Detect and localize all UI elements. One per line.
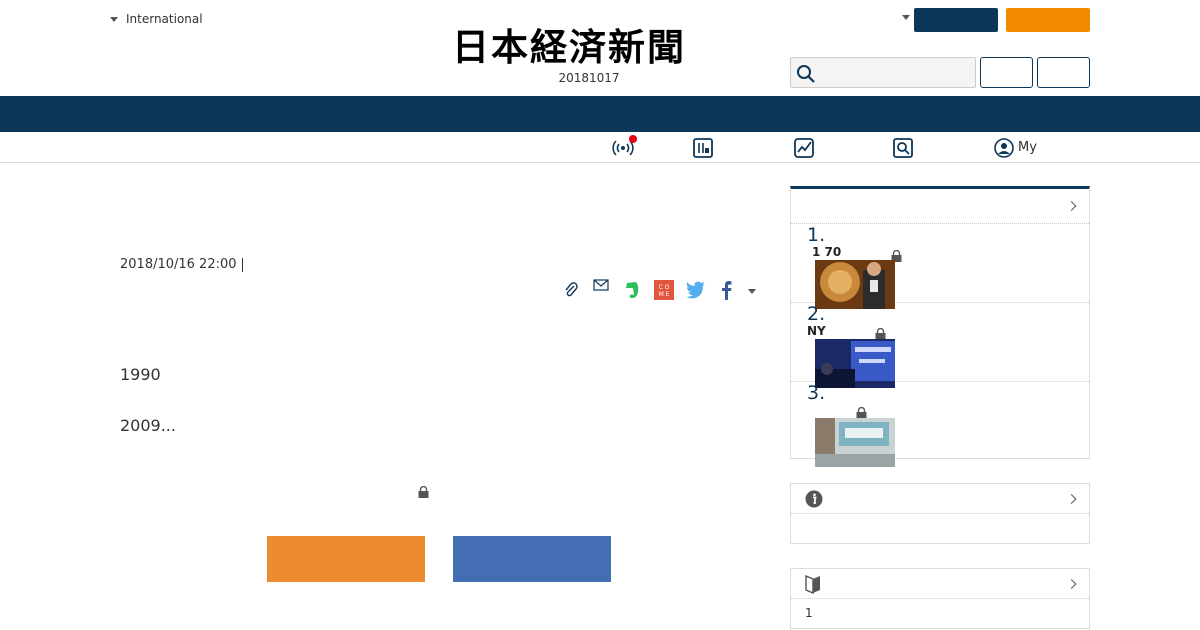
ranking-panel: 1. 1 70 2. NY 3. bbox=[790, 186, 1090, 467]
edition-date: 20181017 bbox=[558, 71, 620, 85]
info-panel bbox=[790, 483, 1090, 544]
login-cta-button[interactable] bbox=[453, 536, 611, 582]
share-more-caret-icon[interactable] bbox=[748, 289, 756, 294]
info-icon bbox=[805, 490, 823, 508]
chevron-right-icon bbox=[1066, 578, 1077, 589]
rank-title: NY bbox=[807, 324, 826, 338]
user-icon[interactable] bbox=[993, 137, 1015, 159]
beginner-panel-header[interactable] bbox=[791, 569, 1089, 599]
account-caret-icon[interactable] bbox=[902, 15, 910, 20]
caret-down-icon bbox=[110, 16, 118, 22]
info-panel-header[interactable] bbox=[791, 484, 1089, 514]
chart-icon[interactable] bbox=[793, 137, 815, 159]
mypage-label[interactable]: My bbox=[1018, 140, 1037, 155]
evernote-icon[interactable] bbox=[621, 279, 643, 301]
edition-label: International bbox=[126, 12, 203, 26]
facebook-icon[interactable] bbox=[715, 279, 737, 301]
rank-thumbnail bbox=[815, 418, 895, 467]
article-paragraph: 2009... bbox=[120, 416, 176, 435]
rank-number: 3. bbox=[807, 382, 826, 404]
subscribe-button[interactable] bbox=[1006, 8, 1090, 32]
come-icon[interactable]: C OM E bbox=[653, 279, 675, 301]
rank-thumbnail bbox=[815, 339, 895, 388]
rank-title: 1 70 bbox=[812, 245, 842, 259]
search-icon[interactable] bbox=[892, 137, 914, 159]
article-pub-date: 2018/10/16 22:00 bbox=[120, 257, 243, 272]
advanced-search-button[interactable] bbox=[1037, 57, 1090, 88]
beginner-panel-text: 1 bbox=[805, 606, 813, 620]
lock-icon bbox=[418, 483, 429, 502]
mail-icon[interactable] bbox=[590, 274, 612, 296]
rank-number: 2. bbox=[807, 303, 826, 325]
ranking-item[interactable]: 1. 1 70 bbox=[791, 224, 1089, 309]
chevron-right-icon bbox=[1066, 201, 1077, 211]
search-button[interactable] bbox=[980, 57, 1033, 88]
beginner-panel: 1 bbox=[790, 568, 1090, 629]
site-logo[interactable]: 日本経済新聞 bbox=[452, 26, 748, 68]
beginner-mark-icon bbox=[805, 574, 820, 594]
svg-text:C O: C O bbox=[659, 284, 670, 291]
subscribe-cta-button[interactable] bbox=[267, 536, 425, 582]
search-input[interactable] bbox=[790, 57, 976, 88]
login-button[interactable] bbox=[914, 8, 998, 32]
svg-text:M E: M E bbox=[659, 291, 670, 298]
edition-selector[interactable]: International bbox=[110, 12, 203, 26]
article-paragraph: 1990 bbox=[120, 365, 161, 384]
pub-date-text: 2018/10/16 22:00 bbox=[120, 257, 237, 272]
newspaper-icon[interactable] bbox=[692, 137, 714, 159]
chevron-right-icon bbox=[1066, 493, 1077, 504]
divider bbox=[241, 257, 243, 272]
rank-thumbnail bbox=[815, 260, 895, 309]
main-nav-bar bbox=[0, 96, 1200, 132]
ranking-item[interactable]: 3. bbox=[791, 382, 1089, 467]
ranking-header[interactable] bbox=[791, 189, 1089, 224]
search-icon bbox=[797, 65, 815, 83]
live-indicator-dot bbox=[629, 135, 637, 143]
clip-icon[interactable] bbox=[560, 279, 582, 301]
rank-number: 1. bbox=[807, 224, 826, 246]
twitter-icon[interactable] bbox=[685, 279, 707, 301]
ranking-item[interactable]: 2. NY bbox=[791, 303, 1089, 388]
